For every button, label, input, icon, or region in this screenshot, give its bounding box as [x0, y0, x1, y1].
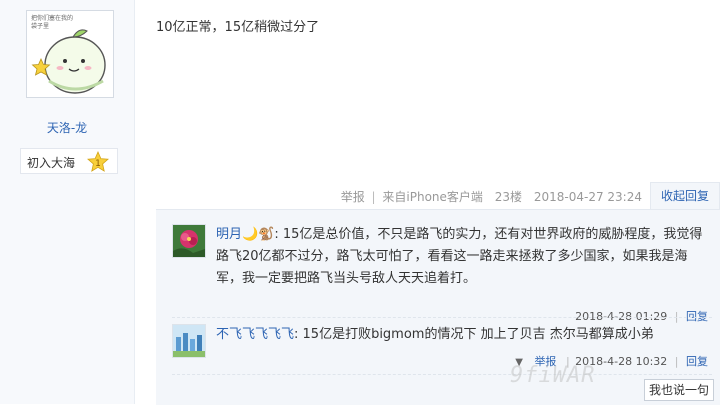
reply-username[interactable]: 明月🌙🐒	[216, 227, 274, 242]
level-badge[interactable]: 初入大海 1	[20, 148, 118, 174]
reply-text: 明月🌙🐒: 15亿是总价值，不只是路飞的实力，还有对世界政府的威胁程度，我觉得路…	[216, 224, 712, 290]
collapse-replies-button[interactable]: 收起回复	[650, 182, 720, 210]
post-floor: 23楼	[494, 190, 523, 204]
reply-divider	[172, 317, 712, 318]
say-something-button[interactable]: 我也说一句	[644, 379, 714, 401]
meta-separator: |	[371, 190, 376, 204]
reply-body: : 15亿是总价值，不只是路飞的实力，还有对世界政府的威胁程度，我觉得路飞20亿…	[216, 227, 703, 286]
level-name: 初入大海	[27, 156, 76, 170]
reply-item: 明月🌙🐒: 15亿是总价值，不只是路飞的实力，还有对世界政府的威胁程度，我觉得路…	[172, 224, 712, 323]
post-time: 2018-04-27 23:24	[533, 190, 642, 204]
reply-username[interactable]: 不飞飞飞飞飞	[216, 327, 294, 342]
reply-divider	[172, 374, 712, 375]
reply-item: 不飞飞飞飞飞: 15亿是打败bigmom的情况下 加上了贝吉 杰尔马都算成小弟 …	[172, 324, 712, 374]
avatar-caption: 把你们塞在我的袋子里	[31, 15, 74, 30]
reply-avatar[interactable]	[172, 224, 206, 258]
star-badge-icon: 1	[87, 151, 109, 176]
post-meta: 举报 | 来自iPhone客户端 23楼 2018-04-27 23:24	[341, 188, 642, 205]
report-link[interactable]: 举报	[341, 190, 365, 204]
level-number: 1	[95, 159, 101, 169]
post-source: 来自iPhone客户端	[382, 190, 483, 204]
watermark-text: 9fiWAR	[510, 363, 596, 388]
reply-body: : 15亿是打败bigmom的情况下 加上了贝吉 杰尔马都算成小弟	[294, 327, 654, 342]
reply-avatar[interactable]	[172, 324, 206, 358]
post-content: 10亿正常，15亿稍微过分了	[156, 20, 320, 35]
reply-action[interactable]: 回复	[686, 355, 708, 368]
author-avatar[interactable]: 把你们塞在我的袋子里	[26, 10, 114, 98]
author-name[interactable]: 天洛-龙	[0, 119, 134, 136]
author-sidebar: 把你们塞在我的袋子里 天洛-龙 初入大海 1	[0, 0, 135, 404]
reply-box: 明月🌙🐒: 15亿是总价值，不只是路飞的实力，还有对世界政府的威胁程度，我觉得路…	[156, 209, 720, 405]
reply-text: 不飞飞飞飞飞: 15亿是打败bigmom的情况下 加上了贝吉 杰尔马都算成小弟	[216, 324, 712, 346]
reply-time-row: 2018-4-28 01:29 | 回复	[575, 310, 708, 323]
